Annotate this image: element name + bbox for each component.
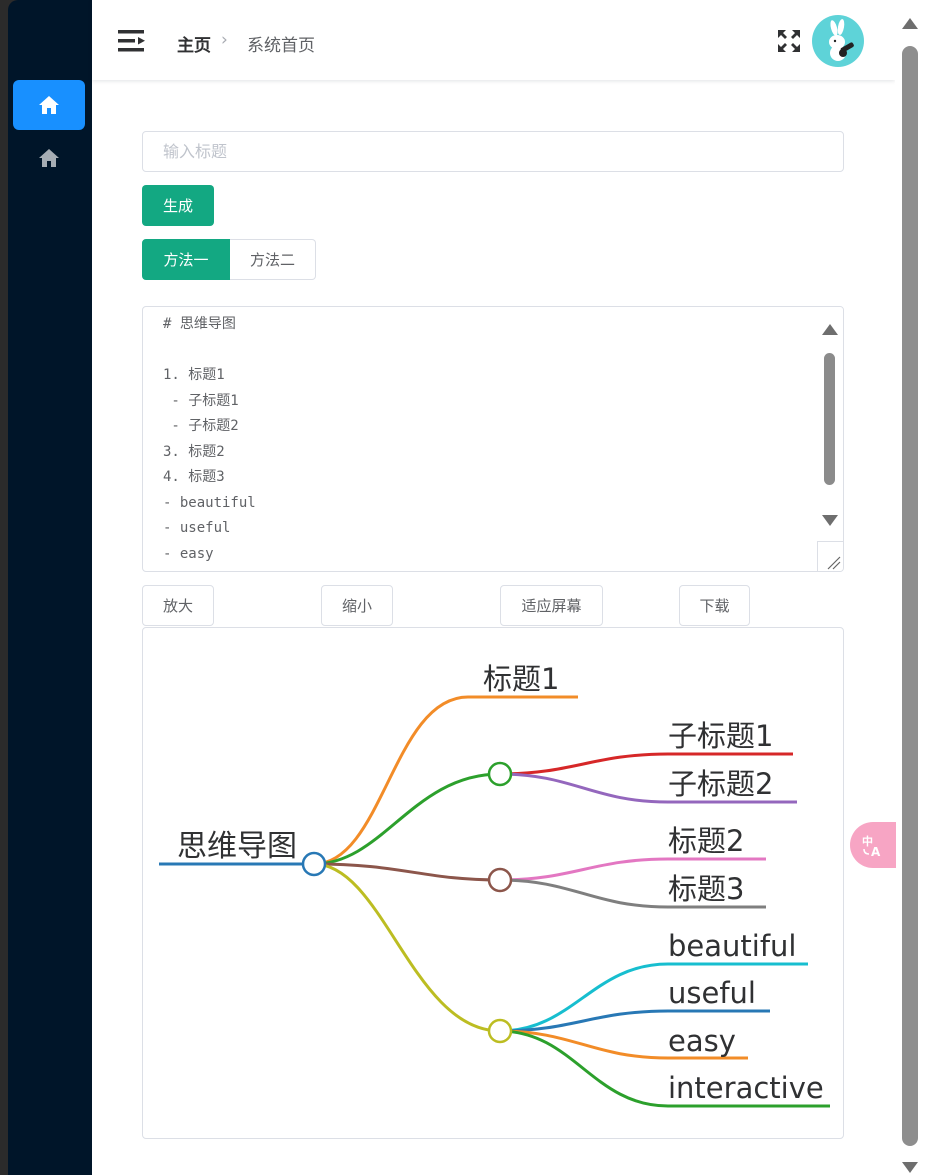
mindmap-node-group2-circle[interactable]	[487, 867, 513, 893]
page-scroll-thumb[interactable]	[902, 46, 918, 1146]
mindmap-edge-group3	[313, 862, 501, 1033]
avatar-rabbit-icon	[829, 19, 854, 61]
resize-handle[interactable]	[817, 541, 843, 571]
mindmap-node-title1[interactable]: 标题1	[483, 662, 559, 696]
svg-text:A: A	[871, 845, 881, 858]
editor-scrollbar[interactable]	[817, 307, 843, 571]
mindmap-edge-title1	[313, 695, 578, 866]
mindmap-node-title3[interactable]: 标题3	[668, 872, 744, 906]
scroll-up-arrow-icon[interactable]	[901, 17, 919, 31]
mindmap-node-root-circle[interactable]	[301, 851, 327, 877]
mindmap-node-sub2[interactable]: 子标题2	[668, 767, 773, 801]
markdown-editor[interactable]: # 思维导图 1. 标题1 - 子标题1 - 子标题2 3. 标题2 4. 标题…	[142, 306, 844, 572]
mindmap-canvas[interactable]: 思维导图 标题1 子标题1 子标题2 标题2 标题3 beautiful use…	[142, 627, 844, 1139]
mindmap-node-interactive[interactable]: interactive	[668, 1071, 824, 1105]
home-icon	[39, 149, 59, 167]
zoom-out-button[interactable]: 缩小	[321, 585, 393, 626]
mindmap-edge-beautiful	[499, 962, 808, 1033]
mindmap-node-group3-circle[interactable]	[487, 1018, 513, 1044]
markdown-content[interactable]: # 思维导图 1. 标题1 - 子标题1 - 子标题2 3. 标题2 4. 标题…	[163, 312, 256, 567]
sidebar-item-home[interactable]	[13, 133, 85, 183]
zoom-in-button[interactable]: 放大	[142, 585, 214, 626]
home-icon	[39, 96, 59, 114]
mindmap-node-root[interactable]: 思维导图	[177, 829, 297, 864]
sidebar-item-home-active[interactable]	[13, 80, 85, 130]
breadcrumb-home[interactable]: 主页	[177, 31, 211, 56]
scroll-down-arrow-icon[interactable]	[901, 1160, 919, 1174]
page-scrollbar[interactable]	[895, 0, 925, 1175]
title-input[interactable]	[142, 131, 844, 172]
mindmap-node-title2[interactable]: 标题2	[668, 824, 744, 858]
scroll-down-arrow-icon[interactable]	[821, 513, 839, 527]
mindmap-node-useful[interactable]: useful	[668, 976, 756, 1010]
fullscreen-icon[interactable]	[777, 29, 801, 53]
menu-fold-icon[interactable]	[118, 28, 148, 54]
fit-screen-button[interactable]: 适应屏幕	[500, 585, 603, 626]
main-panel: 主页 › 系统首页 生成 方法一 方法二	[92, 0, 895, 1175]
user-avatar[interactable]	[812, 15, 864, 67]
tab-method-2[interactable]: 方法二	[230, 239, 316, 280]
mindmap-edge-group1	[313, 772, 501, 866]
editor-scroll-thumb[interactable]	[824, 353, 835, 485]
scroll-up-arrow-icon[interactable]	[821, 323, 839, 337]
header: 主页 › 系统首页	[92, 0, 895, 80]
mindmap-node-beautiful[interactable]: beautiful	[668, 929, 796, 963]
breadcrumb-current: 系统首页	[247, 36, 315, 56]
mindmap-node-group1-circle[interactable]	[487, 761, 513, 787]
breadcrumb-separator-icon: ›	[221, 30, 228, 50]
translate-icon: 中 A	[862, 834, 881, 858]
mindmap-svg[interactable]: 思维导图 标题1 子标题1 子标题2 标题2 标题3 beautiful use…	[143, 628, 844, 1139]
mindmap-node-easy[interactable]: easy	[668, 1024, 736, 1058]
mindmap-node-sub1[interactable]: 子标题1	[668, 719, 773, 753]
sidebar	[8, 0, 92, 1175]
generate-button[interactable]: 生成	[142, 185, 214, 226]
download-button[interactable]: 下载	[679, 585, 750, 626]
translate-button[interactable]: 中 A	[850, 822, 896, 868]
resize-grip-icon	[827, 556, 841, 570]
tab-method-1[interactable]: 方法一	[142, 239, 230, 280]
